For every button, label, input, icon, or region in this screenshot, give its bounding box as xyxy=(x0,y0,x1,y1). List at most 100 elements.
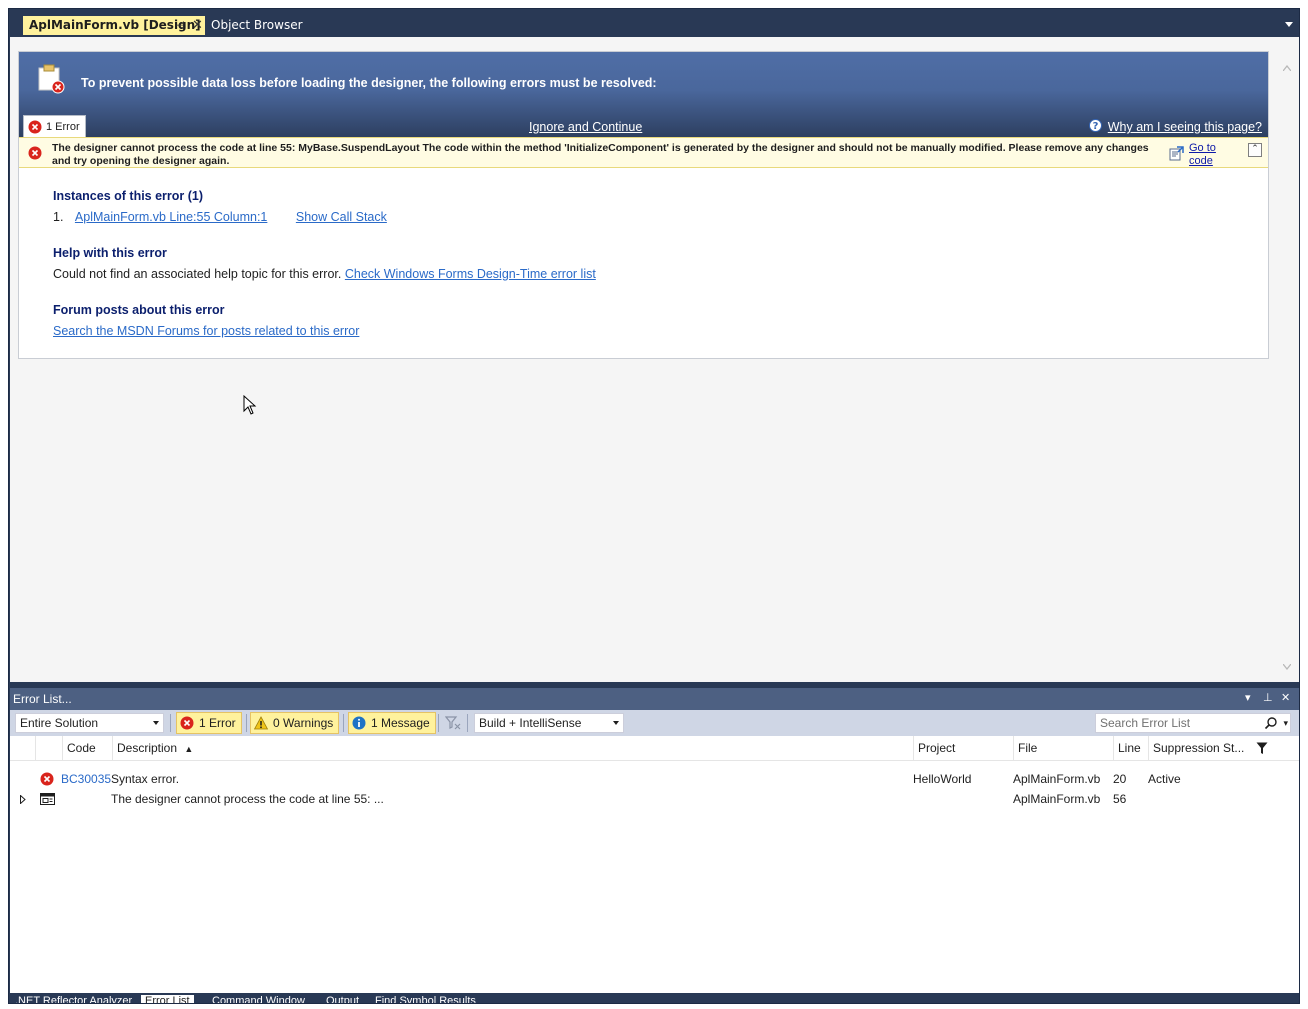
row-line: 56 xyxy=(1113,792,1127,806)
error-list-window: Error List... ▾ ⊥ ✕ Entire Solution 1 Er… xyxy=(10,688,1299,993)
table-row[interactable]: The designer cannot process the code at … xyxy=(10,789,1299,809)
row-project: HelloWorld xyxy=(913,772,972,786)
go-to-code-link[interactable]: Go to code xyxy=(1189,142,1229,168)
toolbar-separator xyxy=(170,714,171,732)
row-description: The designer cannot process the code at … xyxy=(111,792,384,806)
instance-link[interactable]: AplMainForm.vb Line:55 Column:1 xyxy=(75,210,267,224)
collapse-button[interactable]: ⌃ xyxy=(1248,143,1262,157)
error-icon xyxy=(28,120,42,134)
toolbar-separator xyxy=(343,714,344,732)
messages-filter-label: 1 Message xyxy=(371,716,430,730)
scope-value: Entire Solution xyxy=(20,716,99,730)
tab-design[interactable]: AplMainForm.vb [Design] ⊣ ✕ xyxy=(23,16,205,35)
column-file-label: File xyxy=(1018,741,1038,755)
row-suppression: Active xyxy=(1148,772,1181,786)
document-tab-strip: AplMainForm.vb [Design] ⊣ ✕ Object Brows… xyxy=(9,9,1299,35)
design-time-error-list-link[interactable]: Check Windows Forms Design-Time error li… xyxy=(345,267,596,281)
pin-icon[interactable]: ⊣ xyxy=(175,16,185,35)
tab-object-browser[interactable]: Object Browser xyxy=(205,16,309,35)
why-am-i-seeing-link[interactable]: Why am I seeing this page? xyxy=(1108,120,1262,134)
designer-error-panel: To prevent possible data loss before loa… xyxy=(18,51,1269,359)
column-code[interactable]: Code xyxy=(62,736,112,761)
mouse-cursor-icon xyxy=(243,395,257,415)
warning-icon xyxy=(254,716,268,730)
column-file[interactable]: File xyxy=(1013,736,1113,761)
clipboard-error-icon xyxy=(38,64,65,94)
search-placeholder: Search Error List xyxy=(1100,716,1191,730)
error-icon xyxy=(28,146,42,160)
row-file: AplMainForm.vb xyxy=(1013,772,1101,786)
error-list-title: Error List... xyxy=(13,692,72,706)
row-description: Syntax error. xyxy=(111,772,180,786)
column-line[interactable]: Line xyxy=(1113,736,1148,761)
go-to-code-icon[interactable] xyxy=(1169,146,1184,161)
row-file: AplMainForm.vb xyxy=(1013,792,1101,806)
chevron-down-icon[interactable]: ▾ xyxy=(1283,714,1288,732)
filter-icon[interactable] xyxy=(1256,742,1268,755)
error-code-link[interactable]: BC30035 xyxy=(61,769,111,789)
expand-icon[interactable] xyxy=(19,795,27,804)
tool-window-tab-strip: .NET Reflector Analyzer Error List Comma… xyxy=(9,993,1299,1003)
help-icon: ? xyxy=(1089,119,1102,132)
column-line-label: Line xyxy=(1118,741,1141,755)
ide-window: AplMainForm.vb [Design] ⊣ ✕ Object Brows… xyxy=(8,8,1300,1004)
scroll-up-icon[interactable] xyxy=(1283,65,1291,71)
tab-output[interactable]: Output xyxy=(326,995,359,1003)
tab-errors[interactable]: 1 Error xyxy=(23,115,86,137)
scope-dropdown[interactable]: Entire Solution xyxy=(15,713,164,733)
column-suppression-state[interactable]: Suppression St... xyxy=(1148,736,1296,761)
column-project-label: Project xyxy=(918,741,956,755)
show-call-stack-link[interactable]: Show Call Stack xyxy=(296,210,387,224)
messages-filter-button[interactable]: 1 Message xyxy=(348,712,436,734)
tab-error-list[interactable]: Error List xyxy=(141,995,194,1003)
close-icon[interactable]: ✕ xyxy=(1281,691,1290,704)
forum-heading: Forum posts about this error xyxy=(53,303,225,317)
help-text: Could not find an associated help topic … xyxy=(53,267,596,281)
info-icon xyxy=(352,716,366,730)
build-filter-dropdown[interactable]: Build + IntelliSense xyxy=(474,713,624,733)
warnings-filter-button[interactable]: 0 Warnings xyxy=(250,712,340,734)
search-icon xyxy=(1264,717,1277,730)
error-message-text: The designer cannot process the code at … xyxy=(52,142,1149,167)
row-line: 20 xyxy=(1113,772,1127,786)
chevron-down-icon xyxy=(613,721,619,725)
column-code-label: Code xyxy=(67,741,96,755)
errors-filter-button[interactable]: 1 Error xyxy=(176,712,242,734)
error-icon xyxy=(40,772,54,786)
filter-disabled-icon[interactable] xyxy=(445,715,461,731)
close-icon[interactable]: ✕ xyxy=(192,16,203,35)
tab-reflector-analyzer[interactable]: .NET Reflector Analyzer xyxy=(15,995,132,1003)
window-menu-icon[interactable]: ▾ xyxy=(1245,691,1251,704)
error-header-title: To prevent possible data loss before loa… xyxy=(81,76,657,90)
column-description-label: Description xyxy=(117,741,178,755)
column-project[interactable]: Project xyxy=(913,736,1013,761)
designer-surface: To prevent possible data loss before loa… xyxy=(10,37,1299,682)
instance-number: 1. xyxy=(53,210,64,224)
chevron-down-icon[interactable] xyxy=(1285,22,1293,27)
error-icon xyxy=(180,716,194,730)
column-icon[interactable] xyxy=(35,736,62,761)
scroll-down-icon[interactable] xyxy=(1283,664,1291,670)
msdn-forums-link[interactable]: Search the MSDN Forums for posts related… xyxy=(53,324,359,338)
tab-errors-label: 1 Error xyxy=(46,121,80,133)
column-description[interactable]: Description ▲ xyxy=(112,736,913,761)
sort-ascending-icon: ▲ xyxy=(184,744,194,754)
instances-heading: Instances of this error (1) xyxy=(53,189,204,203)
tab-find-symbol-results[interactable]: Find Symbol Results xyxy=(375,995,476,1003)
error-list-header: Code Description ▲ Project File Line Sup… xyxy=(10,736,1299,761)
help-text-body: Could not find an associated help topic … xyxy=(53,267,342,281)
error-list-titlebar: Error List... ▾ ⊥ ✕ xyxy=(10,688,1299,710)
search-error-list-input[interactable]: Search Error List ▾ xyxy=(1095,713,1291,733)
error-list-toolbar: Entire Solution 1 Error 0 Warnings 1 Mes… xyxy=(10,710,1299,736)
chevron-down-icon xyxy=(153,721,159,725)
pin-icon[interactable]: ⊥ xyxy=(1263,691,1273,704)
forum-text: Search the MSDN Forums for posts related… xyxy=(53,324,359,338)
toolbar-separator xyxy=(246,714,247,732)
error-header: To prevent possible data loss before loa… xyxy=(19,52,1268,137)
tab-command-window[interactable]: Command Window xyxy=(212,995,305,1003)
errors-filter-label: 1 Error xyxy=(199,716,236,730)
designer-icon xyxy=(40,793,55,805)
table-row[interactable]: BC30035 Syntax error. HelloWorld AplMain… xyxy=(10,769,1299,789)
toolbar-separator xyxy=(467,714,468,732)
ignore-and-continue-link[interactable]: Ignore and Continue xyxy=(529,120,642,134)
